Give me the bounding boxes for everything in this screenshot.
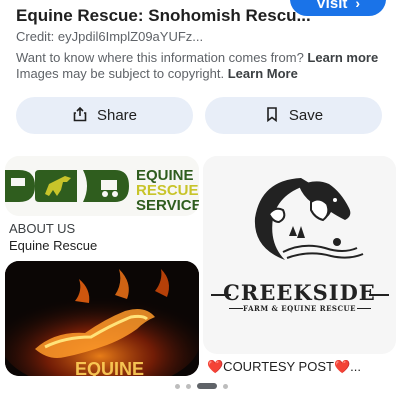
pager-dot[interactable] — [186, 383, 191, 389]
pager-dot-active[interactable] — [197, 383, 217, 389]
result-image-fire-horse[interactable]: EQUINE — [5, 261, 199, 376]
creekside-tagline: FARM & EQUINE RESCUE — [243, 304, 356, 313]
visit-label: Visit — [315, 0, 348, 12]
creekside-emblem-image — [203, 156, 396, 276]
pager-dot[interactable] — [175, 383, 180, 389]
image-credit: Credit: eyJpdil6ImplZ09aYUFz... — [16, 29, 204, 44]
info-line-2: Images may be subject to copyright. Lear… — [16, 66, 298, 81]
result-image-creekside-logo[interactable]: CREEKSIDE FARM & EQUINE RESCUE — [203, 156, 396, 354]
info-line-1: Want to know where this information come… — [16, 50, 378, 65]
result-image-equine-rescue-logo[interactable]: EQUINE RESCUE SERVICES — [5, 156, 199, 216]
info-text-2: Images may be subject to copyright. — [16, 66, 225, 81]
chevron-right-icon: › — [355, 0, 361, 11]
info-text-1: Want to know where this information come… — [16, 50, 304, 65]
pager-dots — [175, 383, 228, 389]
fire-text: EQUINE — [75, 359, 144, 376]
result-title[interactable]: Equine Rescue: Snohomish Rescu... — [16, 6, 311, 26]
share-icon — [72, 106, 88, 126]
pager-dot[interactable] — [223, 383, 228, 389]
share-label: Share — [96, 107, 138, 124]
result-title-courtesy-post[interactable]: ❤️COURTESY POST❤️... — [207, 359, 361, 375]
save-button[interactable]: Save — [205, 97, 382, 134]
result-title-equine-rescue[interactable]: Equine Rescue — [9, 238, 97, 253]
save-label: Save — [288, 107, 324, 124]
bookmark-icon — [264, 106, 280, 126]
top-sliver — [16, 0, 226, 2]
creekside-name: CREEKSIDE — [223, 280, 376, 305]
learn-more-link-1[interactable]: Learn more — [307, 50, 378, 65]
visit-button[interactable]: Visit › — [290, 0, 386, 16]
result-source-about-us[interactable]: ABOUT US — [9, 221, 75, 236]
equine-rescue-logo-image: EQUINE RESCUE SERVICES — [5, 156, 199, 216]
learn-more-link-2[interactable]: Learn More — [228, 66, 298, 81]
fire-horse-image: EQUINE — [5, 261, 199, 376]
bottom-fade — [0, 378, 400, 400]
share-button[interactable]: Share — [16, 97, 193, 134]
logo-line-3: SERVICES — [136, 197, 199, 214]
